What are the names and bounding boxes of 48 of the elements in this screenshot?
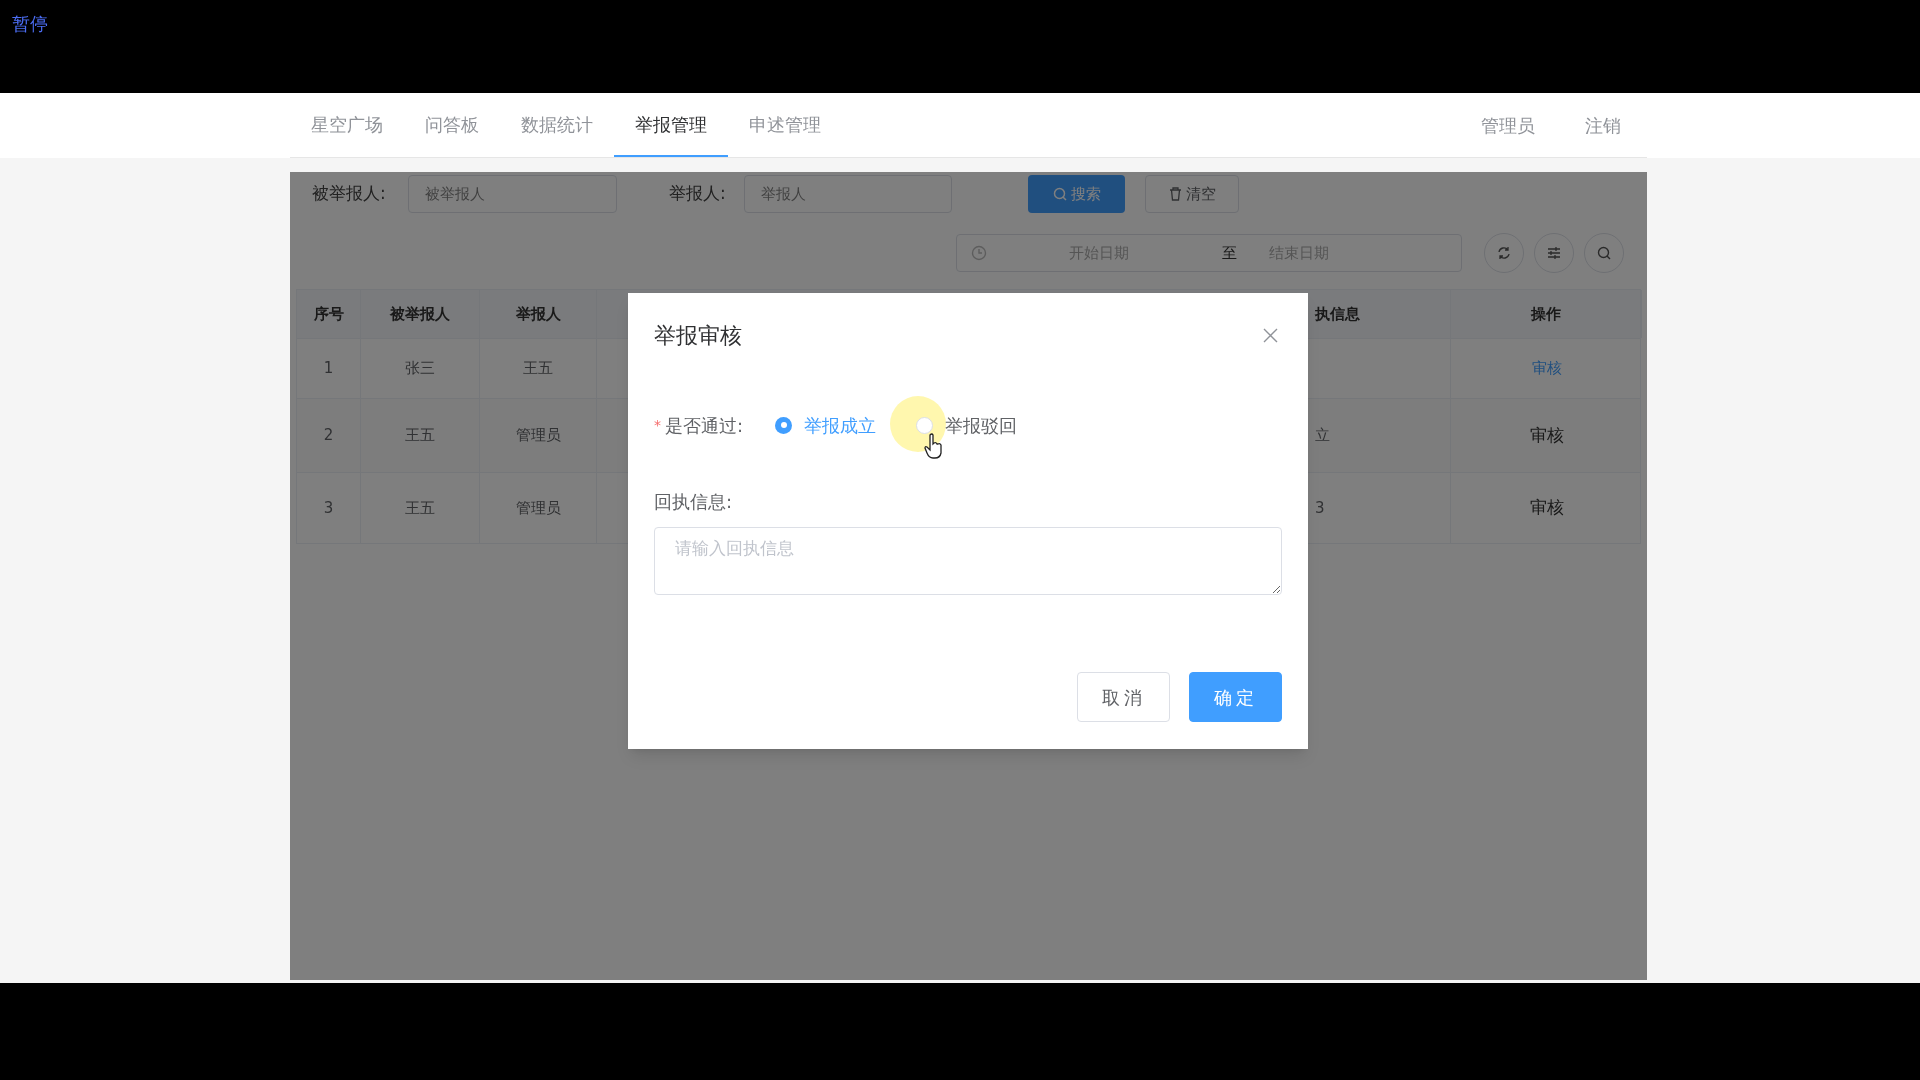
trash-icon	[1168, 187, 1182, 201]
nav-tab[interactable]: 星空广场	[290, 93, 404, 157]
required-mark: *	[654, 415, 661, 435]
table-cell-text: 1	[323, 358, 334, 380]
dialog-title: 举报审核	[654, 322, 742, 350]
confirm-button[interactable]: 确定	[1189, 672, 1282, 722]
table-cell-text: 张三	[405, 358, 435, 380]
clock-icon	[971, 245, 987, 261]
pause-label[interactable]: 暂停	[12, 10, 48, 37]
table-cell-text: 3	[323, 497, 334, 519]
column-header: 操作	[1451, 290, 1642, 338]
sliders-icon	[1547, 246, 1561, 260]
cancel-button[interactable]: 取消	[1077, 672, 1170, 722]
nav-tab[interactable]: 问答板	[404, 93, 500, 157]
table-cell-text: 管理员	[515, 497, 561, 519]
table-cell-text: 立	[1315, 425, 1330, 447]
nav-link[interactable]: 注销	[1585, 111, 1621, 139]
table-cell-text: 王五	[405, 497, 435, 519]
refresh-icon	[1497, 246, 1511, 260]
column-header: 执信息	[1309, 290, 1451, 338]
search-button[interactable]: 搜索	[1028, 175, 1125, 213]
table-cell-text: 2	[323, 425, 334, 447]
close-icon[interactable]	[1263, 328, 1278, 343]
radio-button[interactable]	[775, 416, 792, 434]
form-label: 是否通过:	[665, 413, 745, 438]
nav-tab[interactable]: 数据统计	[500, 93, 614, 157]
search-icon	[1597, 246, 1611, 260]
column-header: 序号	[297, 290, 361, 338]
table-cell-text: 3	[1315, 497, 1325, 519]
table-cell-text: 管理员	[515, 425, 561, 447]
clear-button[interactable]: 清空	[1145, 175, 1239, 213]
table-cell-text: 王五	[405, 425, 435, 447]
radio-option[interactable]: 举报成立	[775, 411, 876, 439]
reporter-input[interactable]: 举报人	[744, 175, 952, 213]
nav-link[interactable]: 管理员	[1481, 111, 1535, 139]
nav-tab[interactable]: 申述管理	[728, 93, 842, 157]
hand-cursor-icon	[924, 433, 944, 459]
table-cell-text: 王五	[523, 358, 553, 380]
radio-option[interactable]: 举报驳回	[916, 411, 1017, 439]
column-header: 被举报人	[361, 290, 480, 338]
review-link[interactable]: 审核	[1531, 357, 1562, 380]
column-header: 举报人	[480, 290, 597, 338]
field-label: 举报人:	[669, 182, 727, 206]
receipt-textarea[interactable]: 请输入回执信息	[654, 527, 1282, 595]
form-label: 回执信息:	[653, 490, 734, 514]
field-label: 被举报人:	[312, 182, 387, 206]
reported-input[interactable]: 被举报人	[408, 175, 617, 213]
search-icon	[1052, 187, 1067, 201]
